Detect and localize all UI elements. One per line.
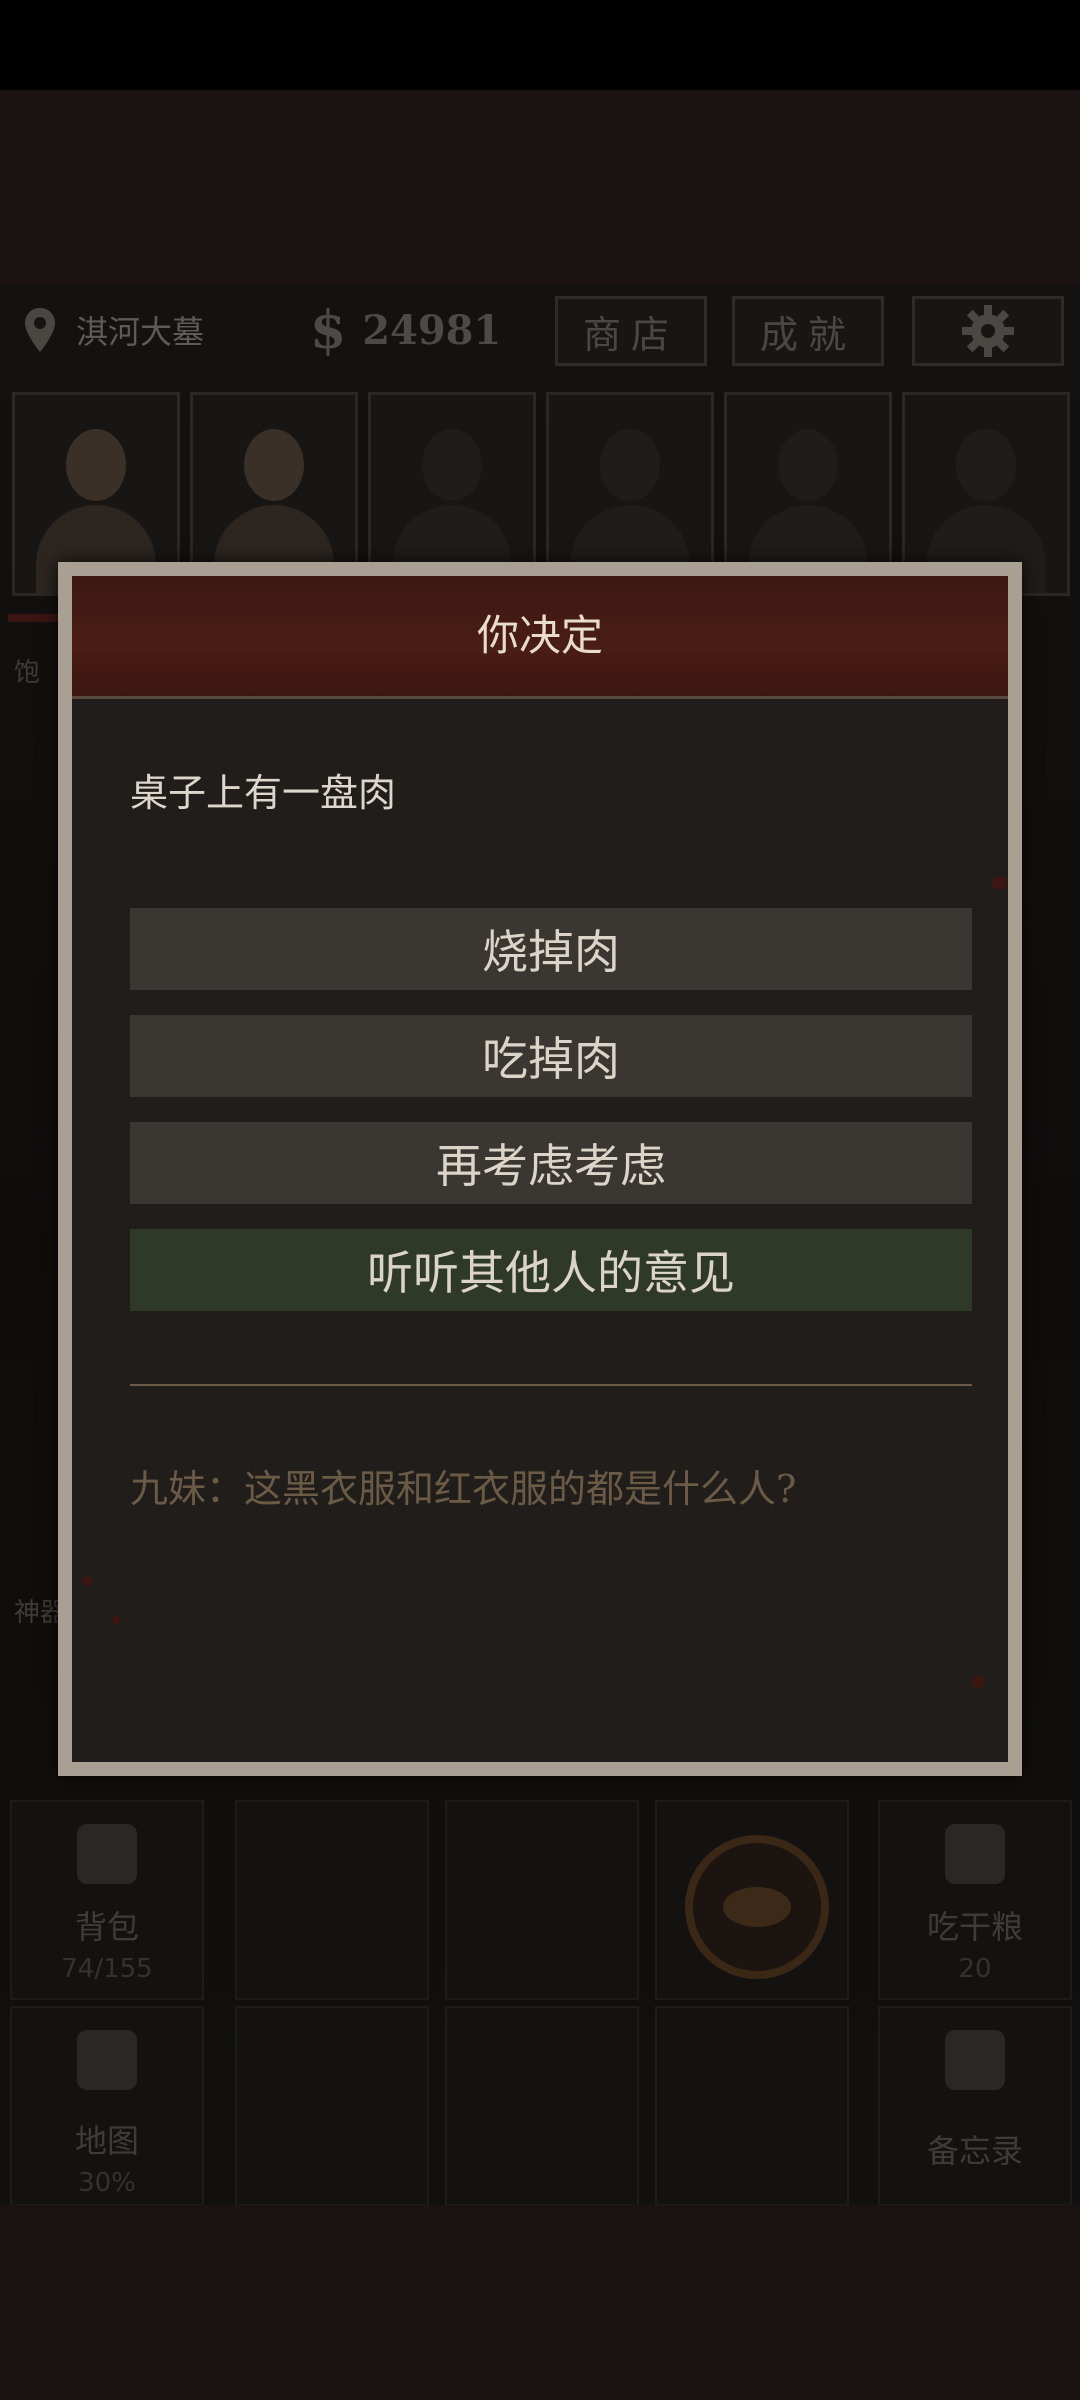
blood-stain [112,1616,120,1624]
bottom-letterbox [0,2205,1080,2400]
location-name: 淇河大墓 [76,313,205,351]
settings-button[interactable] [912,296,1064,366]
money-display: $ 24981 [310,299,502,361]
status-indicator: 饱 [14,658,41,688]
screen: 淇河大墓 $ 24981 商店 成就 饱 神器 背包 74/155 吃干粮 20… [0,0,1080,2400]
dialog-prompt: 桌子上有一盘肉 [130,771,397,815]
eat-ration-button[interactable]: 吃干粮 20 [878,1800,1072,2000]
backpack-count: 74/155 [61,1954,153,1984]
map-progress: 30% [78,2168,136,2198]
map-button[interactable]: 地图 30% [10,2006,204,2206]
option-ask-others-button[interactable]: 听听其他人的意见 [130,1229,972,1311]
option-eat-meat-button[interactable]: 吃掉肉 [130,1015,972,1097]
blood-stain [972,1676,984,1688]
achievements-button[interactable]: 成就 [732,296,884,366]
dialog-body: 你决定 桌子上有一盘肉 烧掉肉 吃掉肉 再考虑考虑 听听其他人的意见 九妹：这黑… [72,576,1008,1762]
option-label: 再考虑考虑 [436,1139,666,1193]
move-down-button[interactable] [445,2006,639,2206]
blood-stain [992,876,1006,890]
eat-ration-label: 吃干粮 [926,1908,1023,1946]
move-right-button[interactable] [655,2006,849,2206]
decision-dialog: 你决定 桌子上有一盘肉 烧掉肉 吃掉肉 再考虑考虑 听听其他人的意见 九妹：这黑… [58,562,1022,1776]
dialog-divider [130,1384,972,1386]
shop-label: 商店 [582,312,679,357]
memo-button[interactable]: 备忘录 [878,2006,1072,2206]
top-hud: 淇河大墓 $ 24981 商店 成就 [0,290,1080,370]
option-reconsider-button[interactable]: 再考虑考虑 [130,1122,972,1204]
map-label: 地图 [74,2122,139,2160]
move-left-button[interactable] [235,2006,429,2206]
achievements-label: 成就 [759,312,856,357]
backpack-label: 背包 [74,1908,139,1946]
memo-label: 备忘录 [926,2132,1023,2170]
move-cell[interactable] [235,1800,429,2000]
option-label: 吃掉肉 [482,1032,620,1086]
money-amount: 24981 [362,306,502,354]
backpack-button[interactable]: 背包 74/155 [10,1800,204,2000]
option-label: 听听其他人的意见 [367,1246,735,1300]
option-label: 烧掉肉 [482,925,620,979]
backpack-icon [77,1824,137,1884]
location[interactable]: 淇河大墓 [22,300,204,360]
move-up-button[interactable] [445,1800,639,2000]
blood-stain [82,1576,92,1586]
dollar-icon: $ [310,299,347,361]
ration-count: 20 [958,1954,992,1984]
memo-icon [945,2030,1005,2090]
companion-remark: 九妹：这黑衣服和红衣服的都是什么人? [130,1467,797,1511]
eye-icon[interactable] [685,1835,829,1979]
ration-bag-icon [945,1824,1005,1884]
dialog-title: 你决定 [476,611,603,660]
shop-button[interactable]: 商店 [555,296,707,366]
gear-icon [962,305,1014,357]
option-burn-meat-button[interactable]: 烧掉肉 [130,908,972,990]
top-letterbox [0,90,1080,285]
location-pin-icon [25,308,55,352]
map-icon [77,2030,137,2090]
